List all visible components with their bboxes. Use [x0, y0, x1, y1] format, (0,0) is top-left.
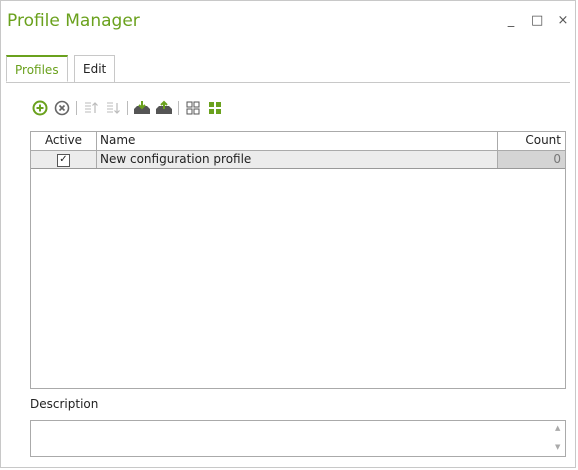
move-up-icon[interactable]	[81, 99, 101, 117]
active-checkbox[interactable]: ✓	[57, 154, 70, 167]
toolbar-separator	[178, 101, 179, 115]
scroll-up-icon[interactable]: ▲	[555, 424, 570, 432]
minimize-button[interactable]: _	[505, 13, 517, 28]
scroll-down-icon[interactable]: ▼	[555, 443, 570, 464]
window-controls: _ □ ×	[505, 13, 569, 28]
window-title: Profile Manager	[7, 11, 140, 31]
toolbar-separator	[127, 101, 128, 115]
tab-edit[interactable]: Edit	[74, 55, 116, 82]
tab-profiles[interactable]: Profiles	[6, 55, 68, 82]
import-icon[interactable]	[132, 99, 152, 117]
grid-header: Active Name Count	[31, 132, 565, 151]
move-down-icon[interactable]	[103, 99, 123, 117]
active-cell: ✓	[31, 151, 97, 168]
tab-strip: Profiles Edit	[6, 55, 570, 83]
view-grid-icon[interactable]	[183, 99, 203, 117]
add-icon[interactable]	[30, 99, 50, 117]
toolbar-separator	[76, 101, 77, 115]
toolbar	[30, 98, 227, 118]
maximize-button[interactable]: □	[531, 13, 543, 28]
name-cell[interactable]: New configuration profile	[97, 151, 498, 168]
view-tiles-icon[interactable]	[205, 99, 225, 117]
column-header-name[interactable]: Name	[97, 132, 498, 150]
description-field[interactable]	[30, 420, 566, 457]
close-button[interactable]: ×	[557, 13, 569, 28]
column-header-active[interactable]: Active	[31, 132, 97, 150]
profiles-grid: Active Name Count ✓ New configuration pr…	[30, 131, 566, 389]
profile-manager-window: Profile Manager _ □ × Profiles Edit Acti…	[0, 0, 576, 468]
remove-icon[interactable]	[52, 99, 72, 117]
table-row[interactable]: ✓ New configuration profile 0	[31, 151, 565, 169]
column-header-count[interactable]: Count	[498, 132, 565, 150]
count-cell: 0	[498, 151, 565, 168]
description-label: Description	[30, 397, 99, 411]
export-icon[interactable]	[154, 99, 174, 117]
